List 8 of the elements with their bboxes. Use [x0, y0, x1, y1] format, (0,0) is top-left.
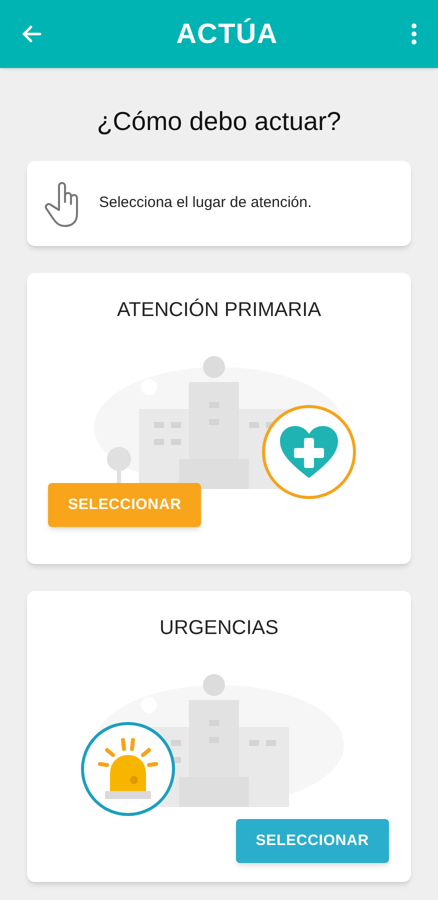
app-logo: ACTÚA	[176, 17, 278, 51]
select-button[interactable]: SELECCIONAR	[48, 483, 202, 527]
page-heading: ¿Cómo debo actuar?	[96, 105, 342, 138]
option-title: URGENCIAS	[158, 616, 280, 641]
select-button[interactable]: SELECCIONAR	[236, 819, 389, 863]
more-menu-icon[interactable]	[410, 22, 418, 46]
instruction-text: Selecciona el lugar de atención.	[99, 193, 312, 214]
option-title: ATENCIÓN PRIMARIA	[116, 298, 322, 323]
